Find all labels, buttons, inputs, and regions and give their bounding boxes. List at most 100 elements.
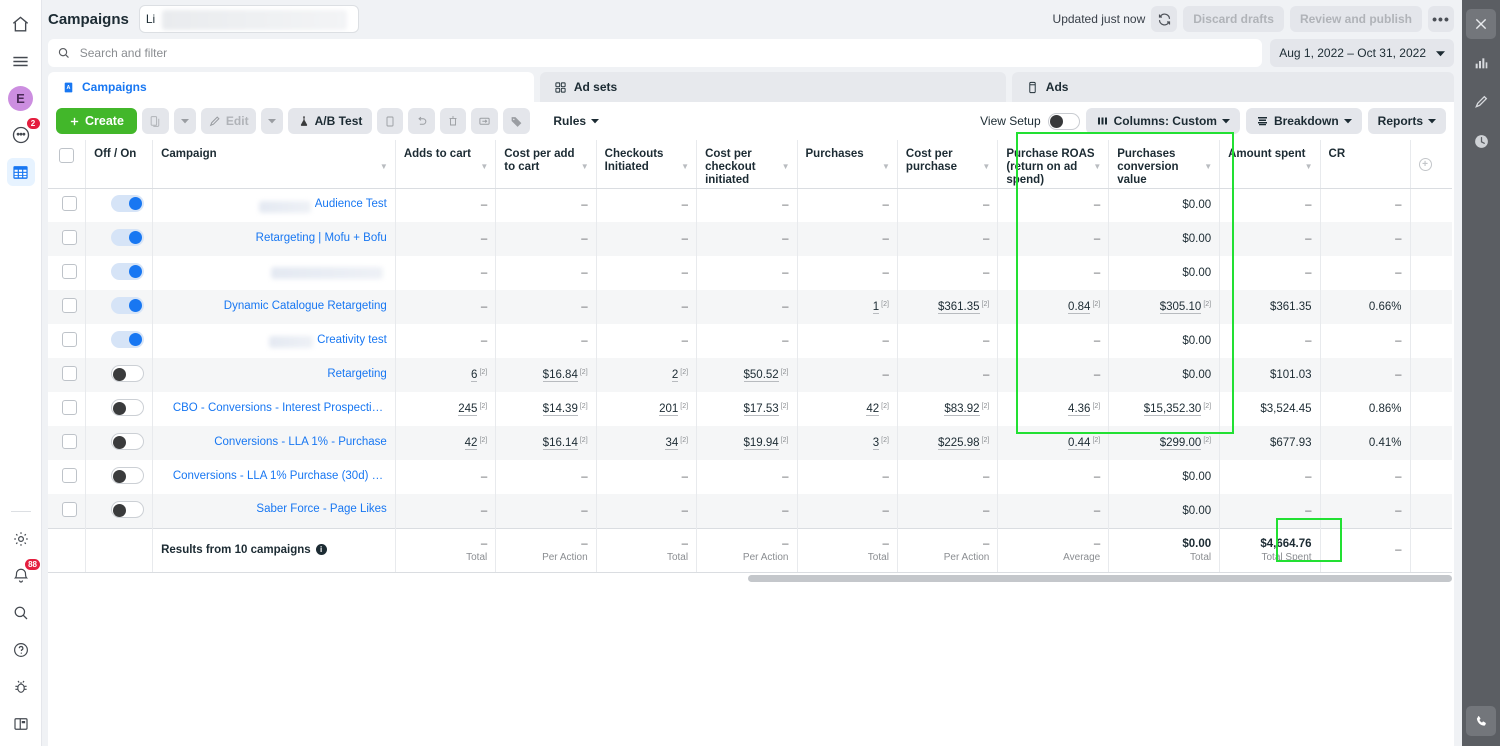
row-checkbox[interactable] <box>62 264 78 279</box>
header-checkouts-initiated[interactable]: Checkouts Initiated ▼ <box>596 140 698 189</box>
ab-test-button[interactable]: A/B Test <box>287 108 373 134</box>
metric-value[interactable]: $225.98 <box>937 437 980 451</box>
metric-value[interactable]: $305.10 <box>1159 301 1202 315</box>
header-add-column[interactable]: + <box>1410 140 1452 189</box>
pencil-icon[interactable] <box>1466 87 1496 117</box>
gear-icon[interactable] <box>7 525 35 553</box>
campaign-link[interactable]: Retargeting | Mofu + Bofu <box>256 232 387 244</box>
metric-value[interactable]: 4.36 <box>1068 403 1091 417</box>
campaign-link[interactable]: Audience Test <box>315 198 387 210</box>
metric-value[interactable]: $50.52 <box>743 369 779 383</box>
search-input[interactable] <box>77 45 1254 61</box>
campaign-link[interactable]: CBO - Conversions - Interest Prospecting… <box>173 402 387 414</box>
view-setup-toggle[interactable]: View Setup <box>980 112 1080 130</box>
select-all-checkbox[interactable] <box>59 148 75 163</box>
tab-adsets[interactable]: Ad sets <box>539 72 1006 102</box>
table-row[interactable]: Retargeting | Mofu + Bofu – – – – – – – $0.00 – – <box>48 222 1452 256</box>
horizontal-scrollbar-track[interactable] <box>48 575 1452 582</box>
campaign-link[interactable]: Creativity test <box>317 334 387 346</box>
campaign-toggle[interactable] <box>111 467 145 484</box>
campaign-toggle[interactable] <box>111 433 145 450</box>
info-icon[interactable]: i <box>315 544 327 556</box>
chevron-down-icon[interactable]: ▼ <box>380 160 388 173</box>
metric-value[interactable]: $16.14 <box>542 437 578 451</box>
refresh-icon[interactable] <box>1151 6 1178 32</box>
row-checkbox[interactable] <box>62 468 78 483</box>
header-cost-per-checkout-initiated[interactable]: Cost per checkout initiated ▼ <box>696 140 798 189</box>
clock-icon[interactable] <box>1466 126 1496 156</box>
campaign-link[interactable]: Saber Force - Page Likes <box>256 503 386 515</box>
header-cost-per-add-to-cart[interactable]: Cost per add to cart ▼ <box>495 140 597 189</box>
chat-icon[interactable]: 2 <box>7 118 40 149</box>
campaign-link[interactable]: Conversions - LLA 1% Purchase (30d) - Pu… <box>173 470 387 482</box>
avatar[interactable]: E <box>7 84 35 112</box>
metric-value[interactable]: $15,352.30 <box>1143 403 1202 417</box>
table-row[interactable]: Conversions - LLA 1% Purchase (30d) - Pu… <box>48 460 1452 494</box>
undo-button[interactable] <box>408 108 436 134</box>
table-row[interactable]: CBO - Conversions - Interest Prospecting… <box>48 392 1452 426</box>
date-range-picker[interactable]: Aug 1, 2022 – Oct 31, 2022 <box>1270 39 1454 67</box>
row-checkbox[interactable] <box>62 434 78 449</box>
account-selector[interactable]: Li <box>138 5 359 33</box>
chevron-down-icon[interactable]: ▼ <box>1204 160 1212 173</box>
bell-icon[interactable]: 88 <box>7 559 40 590</box>
row-checkbox[interactable] <box>62 366 78 381</box>
edit-button[interactable]: Edit <box>200 108 256 134</box>
review-and-publish-button[interactable]: Review and publish <box>1289 6 1422 32</box>
metric-value[interactable]: $83.92 <box>944 403 980 417</box>
campaign-toggle[interactable] <box>111 399 145 416</box>
panel-icon[interactable] <box>7 710 35 738</box>
campaign-link[interactable]: Conversions - LLA 1% - Purchase <box>214 436 387 448</box>
metric-value[interactable]: 42 <box>464 437 478 451</box>
view-setup-switch[interactable] <box>1047 112 1080 130</box>
table-row[interactable]: – – – – – – – $0.00 – – <box>48 256 1452 290</box>
header-purchase-roas[interactable]: Purchase ROAS (return on ad spend) ▼ <box>997 140 1110 189</box>
bar-chart-icon[interactable] <box>1466 48 1496 78</box>
campaign-toggle[interactable] <box>111 263 145 280</box>
metric-value[interactable]: 42 <box>866 403 880 417</box>
header-campaign[interactable]: Campaign ▼ <box>152 140 396 189</box>
header-purchases[interactable]: Purchases ▼ <box>797 140 898 189</box>
campaign-toggle[interactable] <box>111 365 145 382</box>
metric-value[interactable]: $16.84 <box>542 369 578 383</box>
metric-value[interactable]: 1 <box>872 301 880 315</box>
horizontal-scrollbar-thumb[interactable] <box>748 575 1452 582</box>
edit-caret-button[interactable] <box>260 108 283 134</box>
metric-value[interactable]: 3 <box>872 437 880 451</box>
metric-value[interactable]: 245 <box>458 403 478 417</box>
metric-value[interactable]: $299.00 <box>1159 437 1202 451</box>
close-icon[interactable] <box>1466 9 1496 39</box>
table-row[interactable]: Saber Force - Page Likes – – – – – – – $0.00 – – <box>48 494 1452 528</box>
campaign-toggle[interactable] <box>111 331 145 348</box>
chevron-down-icon[interactable]: ▼ <box>1093 160 1101 173</box>
header-amount-spent[interactable]: Amount spent ▼ <box>1219 140 1321 189</box>
metric-value[interactable]: 2 <box>671 369 679 383</box>
breakdown-button[interactable]: Breakdown <box>1245 108 1362 134</box>
table-row[interactable]: Audience Test – – – – – – – $0.00 – – <box>48 188 1452 222</box>
header-adds-to-cart[interactable]: Adds to cart ▼ <box>395 140 497 189</box>
search-box[interactable] <box>48 39 1263 67</box>
row-checkbox[interactable] <box>62 230 78 245</box>
table-row[interactable]: Creativity test – – – – – – – $0.00 – – <box>48 324 1452 358</box>
campaign-link[interactable]: Retargeting <box>327 368 386 380</box>
metric-value[interactable]: $17.53 <box>743 403 779 417</box>
metric-value[interactable]: 201 <box>659 403 679 417</box>
export-button[interactable] <box>471 108 499 134</box>
row-checkbox[interactable] <box>62 298 78 313</box>
campaign-toggle[interactable] <box>111 229 145 246</box>
reports-button[interactable]: Reports <box>1367 108 1446 134</box>
campaign-link[interactable]: Dynamic Catalogue Retargeting <box>224 300 387 312</box>
metric-value[interactable]: 0.44 <box>1068 437 1091 451</box>
metric-value[interactable]: 6 <box>471 369 478 383</box>
chevron-down-icon[interactable]: ▼ <box>681 160 689 173</box>
chevron-down-icon[interactable]: ▼ <box>882 160 890 173</box>
home-icon[interactable] <box>7 10 35 38</box>
bug-icon[interactable] <box>7 673 35 701</box>
tab-campaigns[interactable]: A Campaigns <box>48 72 534 102</box>
columns-button[interactable]: Columns: Custom <box>1085 108 1240 134</box>
create-button[interactable]: Create <box>56 108 137 134</box>
rules-button[interactable]: Rules <box>546 108 606 134</box>
chevron-down-icon[interactable]: ▼ <box>1305 160 1313 173</box>
menu-icon[interactable] <box>7 47 35 75</box>
chevron-down-icon[interactable]: ▼ <box>581 160 589 173</box>
